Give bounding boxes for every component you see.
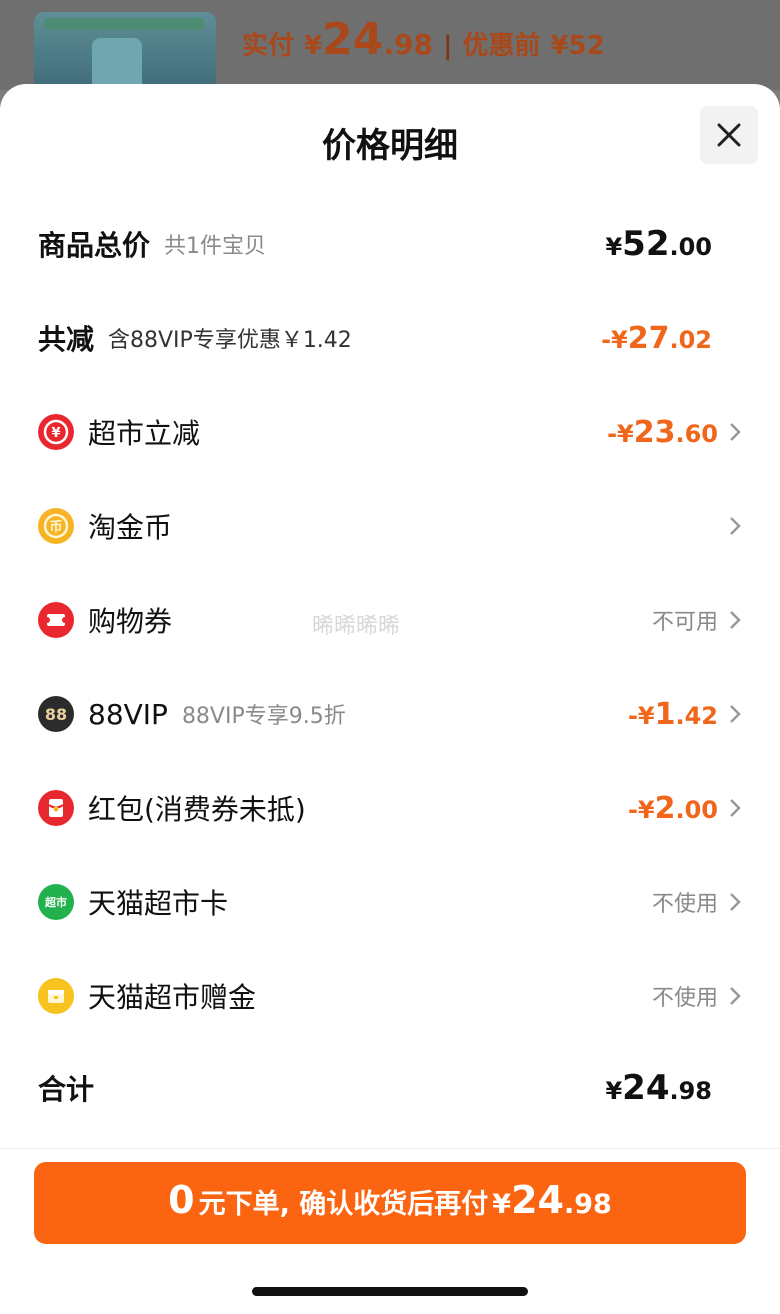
- tmall-card-label: 天猫超市卡: [88, 887, 229, 920]
- supermarket-amount: -¥23.60: [607, 415, 718, 450]
- row-total-discount: 共减 含88VIP专享优惠￥1.42 -¥27.02: [38, 308, 742, 368]
- footer-divider: [0, 1148, 780, 1149]
- product-thumbnail: [34, 12, 216, 90]
- row-tmall-gift-money[interactable]: 天猫超市赠金 不使用: [38, 966, 742, 1026]
- voucher-status: 不可用: [651, 610, 718, 635]
- supermarket-currency: -¥: [607, 419, 634, 448]
- voucher-label: 购物券: [88, 605, 173, 638]
- red-packet-label: 红包(消费券未抵): [88, 793, 306, 826]
- gift-money-status: 不使用: [651, 986, 718, 1011]
- discount-note: 含88VIP专享优惠￥1.42: [108, 328, 352, 353]
- chevron-right-icon: [730, 611, 741, 629]
- paid-amount: ¥24.98: [304, 14, 433, 65]
- chevron-right-icon: [730, 987, 741, 1005]
- row-supermarket-discount[interactable]: ¥ 超市立减 -¥23.60: [38, 402, 742, 462]
- paid-dec: .98: [383, 28, 433, 61]
- coin-icon: 币: [38, 508, 74, 544]
- vip-note: 88VIP专享9.5折: [181, 704, 346, 729]
- total-count: 共1件宝贝: [164, 234, 267, 259]
- vip-currency: -¥: [627, 701, 655, 730]
- supermarket-label: 超市立减: [88, 417, 201, 450]
- ticket-icon: [38, 602, 74, 638]
- tmall-card-icon-text: 超市: [45, 896, 67, 909]
- paid-label: 实付: [242, 31, 295, 61]
- supermarket-int: 23: [633, 414, 676, 450]
- svg-text:¥: ¥: [51, 426, 60, 441]
- background-price-summary: 实付 ¥24.98 | 优惠前 ¥52: [242, 14, 605, 74]
- close-button[interactable]: [700, 106, 758, 164]
- chevron-right-icon: [730, 893, 741, 911]
- discount-amount: -¥27.02: [601, 321, 712, 356]
- total-dec: .00: [669, 233, 712, 261]
- close-icon: [717, 123, 741, 147]
- row-total-price: 商品总价 共1件宝贝 ¥52.00: [38, 214, 742, 274]
- before-discount-label: 优惠前: [462, 31, 541, 61]
- taojinbi-label: 淘金币: [88, 511, 173, 544]
- total-int: 52: [622, 224, 670, 264]
- price-separator: |: [442, 31, 453, 61]
- row-sum-total: 合计 ¥24.98: [38, 1058, 742, 1118]
- product-image: [92, 38, 142, 90]
- price-detail-sheet: 价格明细 商品总价 共1件宝贝 ¥52.00 共减 含88VIP专享优惠￥1.4…: [0, 84, 780, 1314]
- discount-dec: .02: [669, 325, 712, 354]
- vip-int: 1: [654, 696, 676, 732]
- supermarket-dec: .60: [675, 419, 718, 448]
- vip-dec: .42: [675, 701, 718, 730]
- discount-int: 27: [627, 320, 670, 356]
- red-packet-amount: -¥2.00: [628, 791, 718, 826]
- vip-amount: -¥1.42: [628, 697, 718, 732]
- row-tmall-supermarket-card[interactable]: 超市 天猫超市卡 不使用: [38, 872, 742, 932]
- yuan-icon: ¥: [38, 414, 74, 450]
- watermark: 晞晞晞晞: [312, 614, 401, 639]
- chevron-right-icon: [730, 799, 741, 817]
- red-packet-icon: [38, 790, 74, 826]
- svg-text:币: 币: [49, 520, 62, 535]
- place-order-button[interactable]: 0 元下单, 确认收货后再付 ¥ 24 .98: [34, 1162, 746, 1244]
- gift-money-label: 天猫超市赠金: [88, 981, 257, 1014]
- sum-int: 24: [622, 1068, 670, 1108]
- sum-dec: .98: [669, 1077, 712, 1105]
- total-currency: ¥: [605, 233, 623, 261]
- red-packet-int: 2: [654, 790, 676, 826]
- gift-money-icon: [38, 978, 74, 1014]
- total-price-amount: ¥52.00: [605, 224, 712, 264]
- product-banner: [44, 18, 204, 30]
- tmall-card-status: 不使用: [651, 892, 718, 917]
- discount-label: 共减: [38, 323, 95, 356]
- row-taojinbi[interactable]: 币 淘金币: [38, 496, 742, 556]
- chevron-right-icon: [730, 517, 741, 535]
- dimmed-backdrop[interactable]: 实付 ¥24.98 | 优惠前 ¥52: [0, 0, 780, 90]
- vip-label: 88VIP: [88, 697, 168, 731]
- paid-currency: ¥: [304, 31, 323, 61]
- row-88vip[interactable]: 88 88VIP 88VIP专享9.5折 -¥1.42: [38, 684, 742, 744]
- 88vip-icon: 88: [38, 696, 74, 732]
- discount-currency: -¥: [601, 325, 628, 354]
- cta-currency: ¥: [492, 1189, 512, 1220]
- chevron-right-icon: [730, 423, 741, 441]
- red-packet-currency: -¥: [627, 795, 655, 824]
- cta-text: 元下单, 确认收货后再付: [198, 1189, 489, 1220]
- 88vip-icon-text: 88: [44, 704, 68, 724]
- paid-int: 24: [322, 14, 384, 65]
- total-price-label: 商品总价: [38, 229, 151, 262]
- chevron-right-icon: [730, 705, 741, 723]
- tmall-card-icon: 超市: [38, 884, 74, 920]
- cta-zero: 0: [168, 1178, 195, 1222]
- sheet-title: 价格明细: [322, 126, 458, 166]
- row-red-packet[interactable]: 红包(消费券未抵) -¥2.00: [38, 778, 742, 838]
- cta-dec: .98: [563, 1189, 612, 1220]
- sum-amount: ¥24.98: [605, 1068, 712, 1108]
- before-discount-value: ¥52: [550, 31, 605, 61]
- sum-currency: ¥: [605, 1077, 623, 1105]
- home-indicator: [252, 1287, 528, 1296]
- sum-label: 合计: [38, 1073, 95, 1106]
- red-packet-dec: .00: [675, 795, 718, 824]
- cta-int: 24: [511, 1178, 564, 1222]
